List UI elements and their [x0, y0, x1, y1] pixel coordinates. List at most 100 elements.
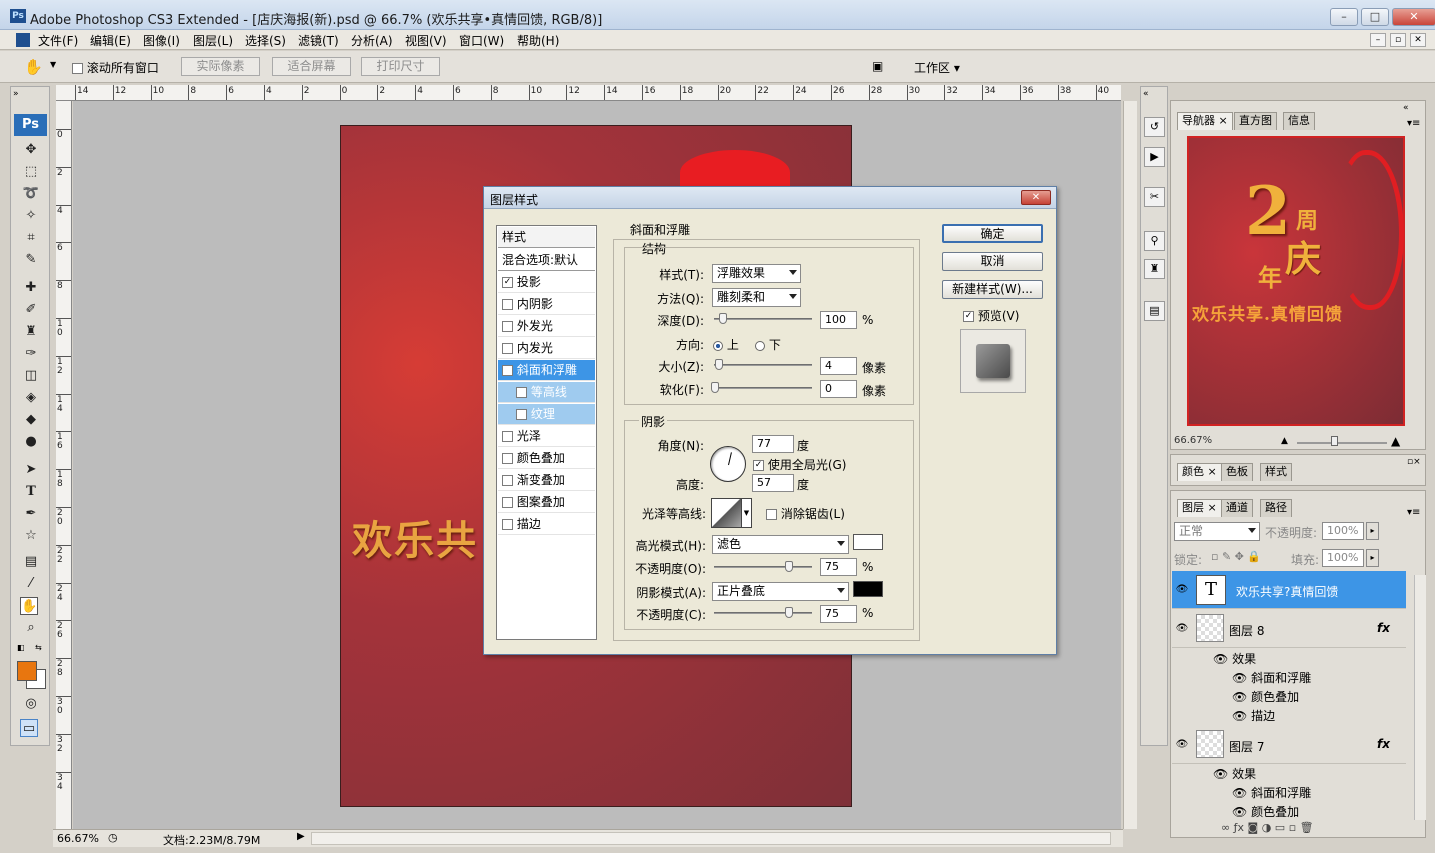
effect-bevel[interactable]: 👁 斜面和浮雕	[1232, 669, 1311, 686]
layer-name[interactable]: 图层 8	[1229, 622, 1264, 639]
chevron-down-icon[interactable]: ▼	[50, 60, 56, 69]
style-item[interactable]: 描边	[498, 514, 595, 535]
menu-help[interactable]: 帮助(H)	[517, 32, 559, 49]
depth-input[interactable]: 100	[820, 311, 857, 329]
panel-menu-icon[interactable]: ▾≡	[1407, 507, 1420, 518]
layers-scrollbar[interactable]	[1414, 575, 1426, 820]
checkbox-icon[interactable]	[502, 519, 513, 530]
quick-mask-icon[interactable]: ◎	[22, 695, 40, 713]
checkbox-icon[interactable]: ✓	[753, 460, 764, 471]
marquee-tool-icon[interactable]: ⬚	[22, 163, 40, 181]
eye-icon[interactable]: 👁	[1232, 805, 1251, 819]
shadow-mode-select[interactable]: 正片叠底	[712, 582, 849, 601]
eye-icon[interactable]: 👁	[1232, 709, 1251, 723]
swap-colors-icon[interactable]: ⇆	[35, 643, 42, 652]
checkbox-icon[interactable]	[502, 497, 513, 508]
tab-swatches[interactable]: 色板	[1221, 463, 1253, 481]
lasso-tool-icon[interactable]: ➰	[22, 185, 40, 203]
angle-input[interactable]: 77	[752, 435, 794, 453]
crop-tool-icon[interactable]: ⌗	[22, 229, 40, 247]
layer-row-7[interactable]: 👁 图层 7 fx	[1172, 726, 1406, 764]
style-item[interactable]: ✓ 斜面和浮雕	[498, 360, 595, 381]
tab-navigator[interactable]: 导航器 ×	[1177, 112, 1233, 130]
menu-layer[interactable]: 图层(L)	[193, 32, 233, 49]
status-icon[interactable]: ◷	[108, 831, 118, 844]
size-slider[interactable]	[714, 364, 812, 366]
actions-panel-icon[interactable]: ▶	[1144, 147, 1165, 167]
eye-icon[interactable]: 👁	[1232, 690, 1251, 704]
effects-row[interactable]: 👁 效果	[1213, 765, 1256, 782]
print-size-button[interactable]: 打印尺寸	[361, 57, 440, 76]
checkbox-icon[interactable]	[516, 387, 527, 398]
navigator-zoom[interactable]: 66.67%	[1174, 435, 1212, 446]
tab-info[interactable]: 信息	[1283, 112, 1315, 130]
close-window-button[interactable]: ✕	[1392, 8, 1435, 26]
layers-bottom-toolbar[interactable]: ∞ ƒx ◙ ◑ ▭ ▫ 🗑	[1221, 821, 1314, 834]
tool-presets-icon[interactable]: ✂	[1144, 187, 1165, 207]
checkbox-icon[interactable]	[502, 321, 513, 332]
scroll-all-windows-checkbox[interactable]: 滚动所有窗口	[72, 59, 159, 76]
ok-button[interactable]: 确定	[942, 224, 1043, 243]
eye-icon[interactable]: 👁	[1175, 584, 1189, 595]
eye-icon[interactable]: 👁	[1232, 786, 1251, 800]
clone-stamp-icon[interactable]: ♜	[22, 323, 40, 341]
angle-dial[interactable]	[710, 446, 746, 482]
technique-select[interactable]: 雕刻柔和	[712, 288, 801, 307]
checkbox-icon[interactable]: ✓	[502, 277, 513, 288]
styles-header[interactable]: 样式	[498, 227, 595, 248]
depth-slider-knob[interactable]	[719, 313, 727, 324]
eye-icon[interactable]: 👁	[1175, 739, 1189, 750]
highlight-opacity-input[interactable]: 75	[820, 558, 857, 576]
soften-slider[interactable]	[714, 387, 812, 389]
notes-tool-icon[interactable]: ▤	[22, 553, 40, 571]
move-tool-icon[interactable]: ✥	[22, 141, 40, 159]
dialog-close-button[interactable]: ✕	[1021, 190, 1051, 205]
tab-histogram[interactable]: 直方图	[1234, 112, 1277, 130]
slice-tool-icon[interactable]: ✎	[22, 251, 40, 269]
history-brush-icon[interactable]: ✑	[22, 345, 40, 363]
layer-name[interactable]: 欢乐共享?真情回馈	[1236, 583, 1338, 600]
checkbox-icon[interactable]	[516, 409, 527, 420]
eye-icon[interactable]: 👁	[1232, 671, 1251, 685]
fx-icon[interactable]: fx	[1377, 621, 1390, 635]
default-colors-icon[interactable]: ◧	[17, 643, 25, 652]
menu-file[interactable]: 文件(F)	[38, 32, 78, 49]
style-item[interactable]: 光泽	[498, 426, 595, 447]
global-light-checkbox[interactable]: ✓ 使用全局光(G)	[753, 456, 847, 473]
shape-tool-icon[interactable]: ☆	[22, 527, 40, 545]
menu-edit[interactable]: 编辑(E)	[90, 32, 131, 49]
style-item[interactable]: 颜色叠加	[498, 448, 595, 469]
expand-icon[interactable]: «	[1143, 89, 1149, 99]
checkbox-icon[interactable]	[502, 299, 513, 310]
direction-down-radio[interactable]: 下	[755, 336, 781, 353]
effects-row[interactable]: 👁 效果	[1213, 650, 1256, 667]
menu-filter[interactable]: 滤镜(T)	[298, 32, 339, 49]
style-item[interactable]: 纹理	[498, 404, 595, 425]
menu-view[interactable]: 视图(V)	[405, 32, 447, 49]
checkbox-icon[interactable]	[502, 431, 513, 442]
panel-collapse-icon[interactable]: «	[1403, 103, 1409, 113]
soften-input[interactable]: 0	[820, 380, 857, 398]
checkbox-icon[interactable]: ✓	[502, 365, 513, 376]
checkbox-icon[interactable]	[502, 343, 513, 354]
highlight-mode-select[interactable]: 滤色	[712, 535, 849, 554]
zoom-level[interactable]: 66.67%	[57, 832, 99, 845]
foreground-color-swatch[interactable]	[17, 661, 37, 681]
status-menu-arrow-icon[interactable]: ▶	[297, 831, 305, 842]
gloss-contour-preview[interactable]	[711, 498, 742, 528]
depth-slider[interactable]	[714, 318, 812, 320]
zoom-slider-knob[interactable]	[1331, 436, 1338, 446]
blending-options-item[interactable]: 混合选项:默认	[498, 250, 595, 271]
shadow-opacity-knob[interactable]	[785, 607, 793, 618]
menu-window[interactable]: 窗口(W)	[459, 32, 504, 49]
effect-bevel[interactable]: 👁 斜面和浮雕	[1232, 784, 1311, 801]
layer-row-text[interactable]: 👁 T 欢乐共享?真情回馈	[1172, 571, 1406, 609]
tab-styles[interactable]: 样式	[1260, 463, 1292, 481]
altitude-input[interactable]: 57	[752, 474, 794, 492]
lock-icons[interactable]: ▫ ✎ ✥ 🔒	[1211, 550, 1261, 563]
paint-bucket-icon[interactable]: ◈	[22, 389, 40, 407]
cancel-button[interactable]: 取消	[942, 252, 1043, 271]
eye-icon[interactable]: 👁	[1213, 767, 1232, 781]
brush-tool-icon[interactable]: ✐	[22, 301, 40, 319]
dodge-tool-icon[interactable]: ●	[22, 433, 40, 451]
